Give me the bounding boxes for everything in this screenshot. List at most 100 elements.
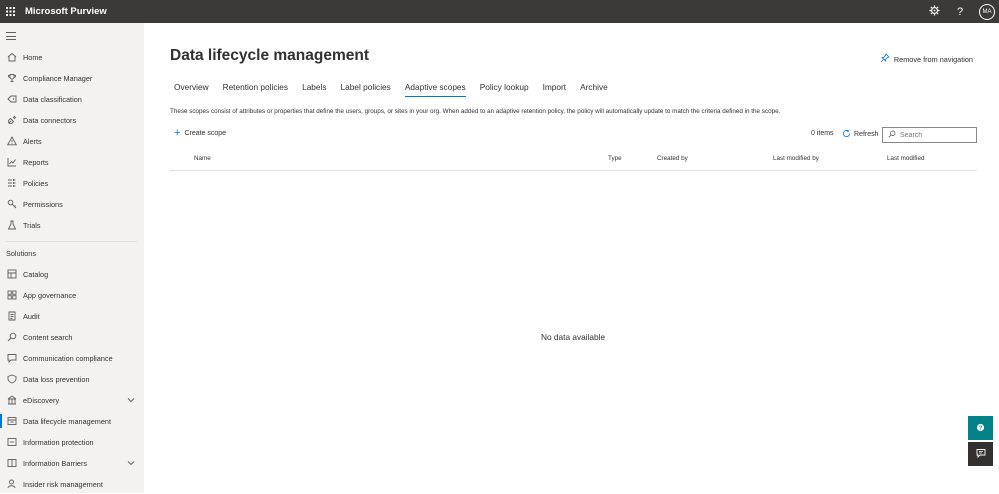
sidebar-item-label: Information Barriers	[23, 458, 88, 468]
sidebar-item-data-classification[interactable]: Data classification	[0, 89, 144, 109]
help-chat-button[interactable]: ?	[968, 416, 993, 440]
key-icon	[6, 199, 17, 210]
tab-retention-policies[interactable]: Retention policies	[223, 82, 289, 97]
help-icon[interactable]: ?	[953, 6, 967, 18]
sidebar-item-label: Insider risk management	[23, 479, 103, 489]
hamburger-menu-icon[interactable]	[6, 32, 16, 43]
search-icon	[888, 130, 896, 140]
sidebar-item-label: Data loss prevention	[23, 374, 90, 384]
remove-from-navigation-label: Remove from navigation	[893, 54, 973, 64]
empty-state-text: No data available	[541, 332, 606, 342]
tab-archive[interactable]: Archive	[580, 82, 608, 97]
sidebar-item-insider-risk-management[interactable]: Insider risk management	[0, 474, 144, 494]
home-icon	[6, 52, 17, 63]
sidebar-item-label: Reports	[23, 157, 49, 167]
search-input[interactable]	[900, 131, 970, 139]
sidebar-item-home[interactable]: Home	[0, 47, 144, 67]
lock-icon	[6, 437, 17, 448]
sidebar-item-audit[interactable]: Audit	[0, 306, 144, 326]
sidebar-item-label: Compliance Manager	[23, 73, 93, 83]
feedback-icon	[976, 445, 986, 463]
trophy-icon	[6, 73, 17, 84]
chart-icon	[6, 157, 17, 168]
page-description: These scopes consist of attributes or pr…	[170, 108, 781, 115]
sidebar-item-trials[interactable]: Trials	[0, 215, 144, 235]
sidebar-item-data-connectors[interactable]: Data connectors	[0, 110, 144, 130]
sidebar-item-label: Content search	[23, 332, 73, 342]
sidebar-item-label: Audit	[23, 311, 40, 321]
sidebar-item-label: Home	[23, 52, 43, 62]
sidebar-item-catalog[interactable]: Catalog	[0, 264, 144, 284]
refresh-button[interactable]: Refresh	[842, 129, 879, 140]
create-scope-label: Create scope	[184, 129, 227, 137]
sidebar-item-alerts[interactable]: Alerts	[0, 131, 144, 151]
lifecycle-icon	[6, 416, 17, 427]
sidebar-item-label: Policies	[23, 178, 49, 188]
sidebar-item-communication-compliance[interactable]: Communication compliance	[0, 348, 144, 368]
sidebar-item-data-loss-prevention[interactable]: Data loss prevention	[0, 369, 144, 389]
create-scope-button[interactable]: + Create scope	[174, 128, 227, 139]
feedback-button[interactable]	[968, 442, 993, 466]
barrier-icon	[6, 458, 17, 469]
audit-icon	[6, 311, 17, 322]
gear-icon[interactable]	[927, 4, 941, 19]
sidebar-item-label: Catalog	[23, 269, 49, 279]
tab-import[interactable]: Import	[543, 82, 567, 97]
main-content: Data lifecycle management Remove from na…	[144, 23, 999, 493]
tab-labels[interactable]: Labels	[302, 82, 326, 97]
column-header-name[interactable]: Name	[194, 155, 211, 162]
tab-bar: Overview Retention policies Labels Label…	[174, 82, 622, 97]
catalog-icon	[6, 269, 17, 280]
sidebar-item-policies[interactable]: Policies	[0, 173, 144, 193]
column-header-type[interactable]: Type	[608, 155, 622, 162]
person-icon	[6, 479, 17, 490]
sidebar-item-ediscovery[interactable]: eDiscovery	[0, 390, 144, 410]
sidebar-item-label: Communication compliance	[23, 353, 113, 363]
sidebar-item-label: Trials	[23, 220, 41, 230]
chat-help-icon: ?	[976, 419, 985, 437]
sidebar-item-label: eDiscovery	[23, 395, 60, 405]
svg-text:?: ?	[979, 426, 983, 432]
sidebar-item-data-lifecycle-management[interactable]: Data lifecycle management	[0, 411, 144, 431]
sidebar-item-content-search[interactable]: Content search	[0, 327, 144, 347]
tab-adaptive-scopes[interactable]: Adaptive scopes	[404, 82, 466, 97]
sidebar-item-label: App governance	[23, 290, 77, 300]
sidebar-item-label: Data connectors	[23, 115, 77, 125]
sidebar-item-label: Data classification	[23, 94, 82, 104]
shield-icon	[6, 374, 17, 385]
remove-from-navigation-button[interactable]: Remove from navigation	[880, 53, 973, 65]
column-header-last-modified-by[interactable]: Last modified by	[773, 155, 819, 162]
sidebar-item-permissions[interactable]: Permissions	[0, 194, 144, 214]
app-launcher-icon[interactable]	[0, 0, 20, 23]
chevron-down-icon[interactable]	[127, 396, 135, 405]
tab-overview[interactable]: Overview	[174, 82, 209, 97]
sidebar-item-label: Alerts	[23, 136, 42, 146]
tag-icon	[6, 94, 17, 105]
app-title[interactable]: Microsoft Purview	[25, 6, 107, 17]
sidebar-item-label: Data lifecycle management	[23, 416, 112, 426]
refresh-icon	[842, 129, 851, 140]
search-icon	[6, 332, 17, 343]
search-box[interactable]	[882, 127, 977, 143]
sidebar-item-information-barriers[interactable]: Information Barriers	[0, 453, 144, 473]
warning-icon	[6, 136, 17, 147]
chevron-down-icon[interactable]	[127, 459, 135, 468]
table-header: Name Type Created by Last modified by La…	[170, 149, 977, 171]
sidebar-divider	[6, 241, 137, 242]
sidebar-item-app-governance[interactable]: App governance	[0, 285, 144, 305]
app-icon	[6, 290, 17, 301]
policies-icon	[6, 178, 17, 189]
sidebar-item-reports[interactable]: Reports	[0, 152, 144, 172]
chat-icon	[6, 353, 17, 364]
sidebar-item-compliance-manager[interactable]: Compliance Manager	[0, 68, 144, 88]
sidebar-item-information-protection[interactable]: Information protection	[0, 432, 144, 452]
column-header-last-modified[interactable]: Last modified	[887, 155, 924, 162]
tab-label-policies[interactable]: Label policies	[341, 82, 391, 97]
sidebar-item-label: Permissions	[23, 199, 63, 209]
solutions-heading: Solutions	[6, 249, 37, 258]
tab-policy-lookup[interactable]: Policy lookup	[480, 82, 529, 97]
sidebar: Home Compliance Manager Data classificat…	[0, 23, 144, 493]
column-header-created-by[interactable]: Created by	[657, 155, 688, 162]
page-title: Data lifecycle management	[170, 47, 370, 64]
avatar[interactable]: MA	[979, 3, 995, 20]
